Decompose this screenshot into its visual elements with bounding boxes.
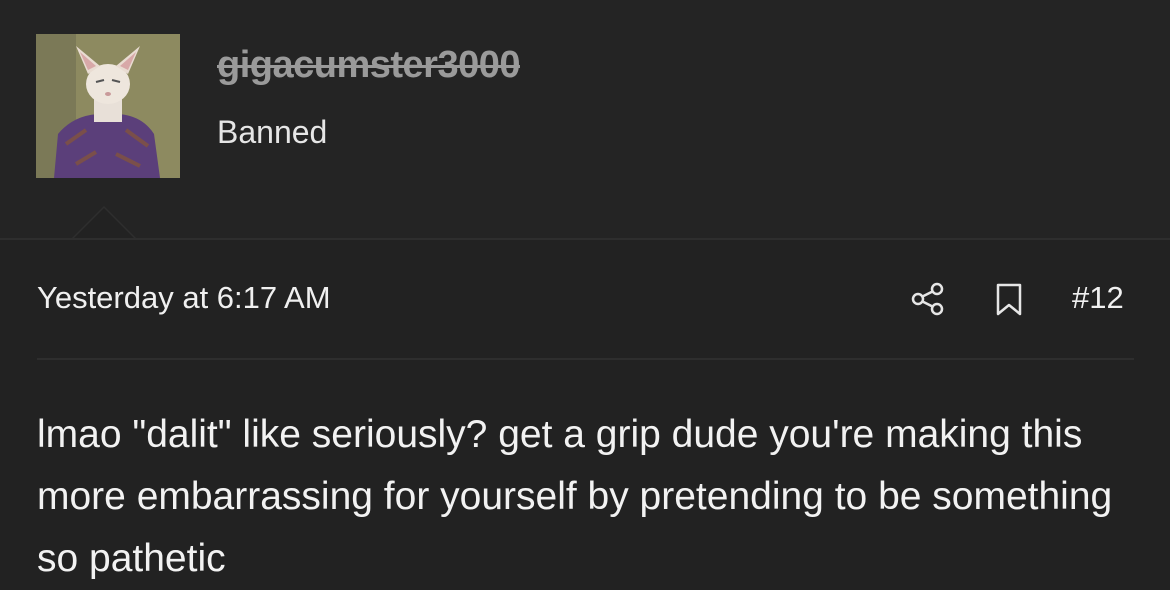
username[interactable]: gigacumster3000 <box>217 44 521 87</box>
divider <box>37 358 1134 360</box>
post-body: lmao "dalit" like seriously? get a grip … <box>37 413 1113 580</box>
post-date[interactable]: Yesterday at 6:17 AM <box>37 280 331 316</box>
avatar[interactable] <box>36 34 180 178</box>
share-icon[interactable] <box>910 281 946 322</box>
divider <box>0 238 1170 240</box>
user-title-banned: Banned <box>217 114 328 150</box>
message-arrow-inner <box>73 208 135 239</box>
bookmark-icon[interactable] <box>995 283 1023 322</box>
post-number-link[interactable]: #12 <box>1072 280 1124 316</box>
user-info-block: gigacumster3000 Banned <box>0 0 1170 238</box>
